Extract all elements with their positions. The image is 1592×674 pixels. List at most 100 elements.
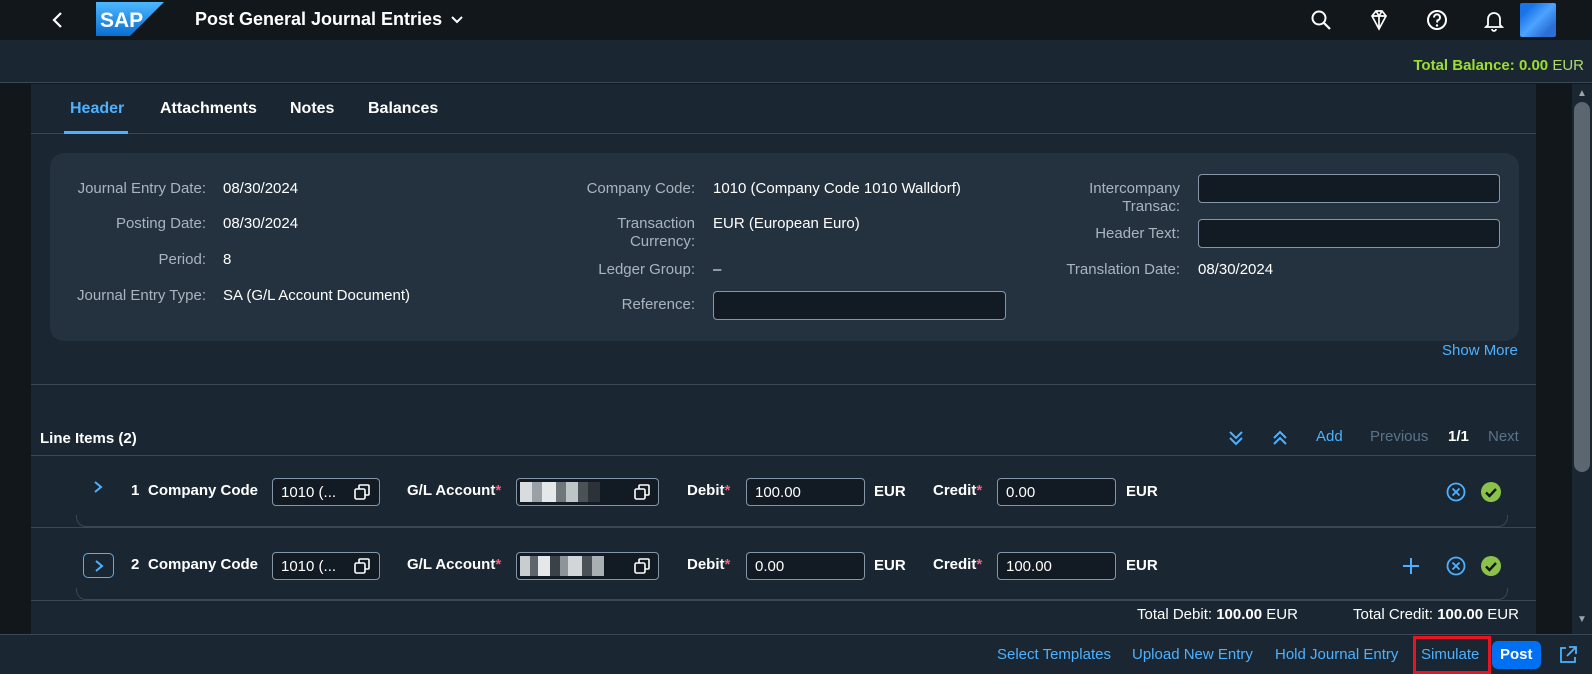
- credit-label-text: Credit: [933, 482, 977, 499]
- upload-new-entry-button[interactable]: Upload New Entry: [1132, 646, 1253, 663]
- expand-row-button[interactable]: [83, 553, 114, 578]
- expand-row-icon[interactable]: [91, 480, 105, 494]
- page-indicator: 1/1: [1448, 428, 1469, 445]
- header-text-label: Header Text:: [1095, 225, 1180, 242]
- posting-date-value: 08/30/2024: [223, 215, 299, 232]
- app-title[interactable]: Post General Journal Entries: [195, 9, 464, 30]
- value-help-icon[interactable]: [634, 558, 650, 574]
- scrollbar-thumb[interactable]: [1574, 102, 1590, 472]
- collapse-all-icon[interactable]: [1270, 428, 1290, 448]
- hold-journal-entry-button[interactable]: Hold Journal Entry: [1275, 646, 1398, 663]
- delete-row-icon[interactable]: [1445, 555, 1467, 577]
- translation-date-label: Translation Date:: [1066, 261, 1180, 278]
- expand-all-icon[interactable]: [1226, 428, 1246, 448]
- tab-balances[interactable]: Balances: [368, 100, 438, 118]
- transaction-currency-label-1: Transaction: [617, 215, 695, 232]
- help-icon[interactable]: [1425, 8, 1449, 32]
- debit-currency: EUR: [874, 483, 906, 500]
- total-balance: Total Balance: 0.00 EUR: [1413, 57, 1584, 74]
- bell-icon[interactable]: [1482, 8, 1506, 32]
- redacted-value: [520, 556, 604, 576]
- ledger-group-label: Ledger Group:: [598, 261, 695, 278]
- debit-field-label: Debit*: [687, 556, 730, 573]
- company-code-field-label: Company Code: [148, 556, 259, 573]
- credit-input[interactable]: 100.00: [997, 552, 1116, 580]
- journal-entry-type-value: SA (G/L Account Document): [223, 287, 411, 304]
- row-card-border: [76, 588, 1508, 600]
- row-number: 1: [131, 482, 140, 499]
- transaction-currency-value: EUR (European Euro): [713, 215, 860, 232]
- app-title-text: Post General Journal Entries: [195, 9, 443, 29]
- scroll-down-icon[interactable]: ▼: [1576, 614, 1588, 625]
- share-icon[interactable]: [1557, 644, 1579, 666]
- total-debit: Total Debit: 100.00 EUR: [1137, 606, 1298, 623]
- tab-notes[interactable]: Notes: [290, 100, 334, 118]
- select-templates-button[interactable]: Select Templates: [997, 646, 1111, 663]
- line-items-toolbar: [31, 420, 1536, 456]
- intercompany-input[interactable]: [1198, 174, 1500, 203]
- debit-label-text: Debit: [687, 482, 725, 499]
- shell-bar: SAP Post General Journal Entries: [0, 0, 1592, 40]
- row-card-border: [76, 515, 1508, 527]
- post-button[interactable]: Post: [1492, 641, 1541, 669]
- period-label: Period:: [158, 251, 206, 268]
- required-marker: *: [724, 556, 731, 573]
- transaction-currency-label-2: Currency:: [629, 233, 695, 250]
- simulate-button[interactable]: Simulate: [1421, 646, 1479, 663]
- show-more-link[interactable]: Show More: [1442, 342, 1518, 359]
- tab-attachments[interactable]: Attachments: [160, 100, 257, 118]
- total-credit-label: Total Credit:: [1353, 606, 1434, 623]
- credit-label-text: Credit: [933, 556, 977, 573]
- add-line-button[interactable]: Add: [1316, 428, 1343, 445]
- required-marker: *: [495, 556, 502, 573]
- debit-input[interactable]: 100.00: [746, 478, 865, 506]
- balance-bar: Total Balance: 0.00 EUR: [0, 40, 1592, 83]
- svg-text:SAP: SAP: [100, 9, 143, 32]
- required-marker: *: [976, 482, 983, 499]
- footer-toolbar: Select Templates Upload New Entry Hold J…: [0, 634, 1592, 674]
- total-credit: Total Credit: 100.00 EUR: [1353, 606, 1519, 623]
- period-value: 8: [223, 251, 232, 268]
- value-help-icon[interactable]: [634, 484, 650, 500]
- gl-account-field-label: G/L Account*: [407, 556, 501, 573]
- tab-header[interactable]: Header: [70, 100, 124, 118]
- gl-account-field-label: G/L Account*: [407, 482, 501, 499]
- reference-input[interactable]: [713, 291, 1006, 320]
- total-credit-value: 100.00: [1437, 606, 1484, 623]
- back-icon[interactable]: [48, 8, 68, 32]
- row-number: 2: [131, 556, 140, 573]
- gl-account-label-text: G/L Account: [407, 556, 496, 573]
- delete-row-icon[interactable]: [1445, 481, 1467, 503]
- value-help-icon[interactable]: [354, 558, 370, 574]
- posting-date-label: Posting Date:: [115, 215, 206, 232]
- credit-input[interactable]: 0.00: [997, 478, 1116, 506]
- diamond-icon[interactable]: [1367, 8, 1391, 32]
- left-gutter: [0, 84, 31, 634]
- debit-label-text: Debit: [687, 556, 725, 573]
- chevron-down-icon: [451, 15, 463, 23]
- debit-currency: EUR: [874, 557, 906, 574]
- gl-account-label-text: G/L Account: [407, 482, 496, 499]
- avatar[interactable]: [1520, 3, 1556, 37]
- company-code-value: 1010 (Company Code 1010 Walldorf): [713, 180, 961, 197]
- reference-label: Reference:: [621, 296, 695, 313]
- previous-button[interactable]: Previous: [1370, 428, 1428, 445]
- scroll-up-icon[interactable]: ▲: [1576, 88, 1588, 99]
- check-circle-icon: [1481, 556, 1501, 576]
- add-row-icon[interactable]: [1400, 555, 1422, 577]
- next-button[interactable]: Next: [1488, 428, 1519, 445]
- debit-field-label: Debit*: [687, 482, 730, 499]
- line-items-title: Line Items (2): [40, 430, 137, 447]
- journal-entry-date-value: 08/30/2024: [223, 180, 299, 197]
- sap-logo: SAP: [96, 2, 164, 36]
- debit-input[interactable]: 0.00: [746, 552, 865, 580]
- required-marker: *: [724, 482, 731, 499]
- total-credit-currency: EUR: [1487, 606, 1519, 623]
- credit-currency: EUR: [1126, 483, 1158, 500]
- search-icon[interactable]: [1309, 8, 1333, 32]
- header-text-input[interactable]: [1198, 219, 1500, 248]
- value-help-icon[interactable]: [354, 484, 370, 500]
- credit-field-label: Credit*: [933, 482, 982, 499]
- credit-field-label: Credit*: [933, 556, 982, 573]
- translation-date-value: 08/30/2024: [1198, 261, 1274, 278]
